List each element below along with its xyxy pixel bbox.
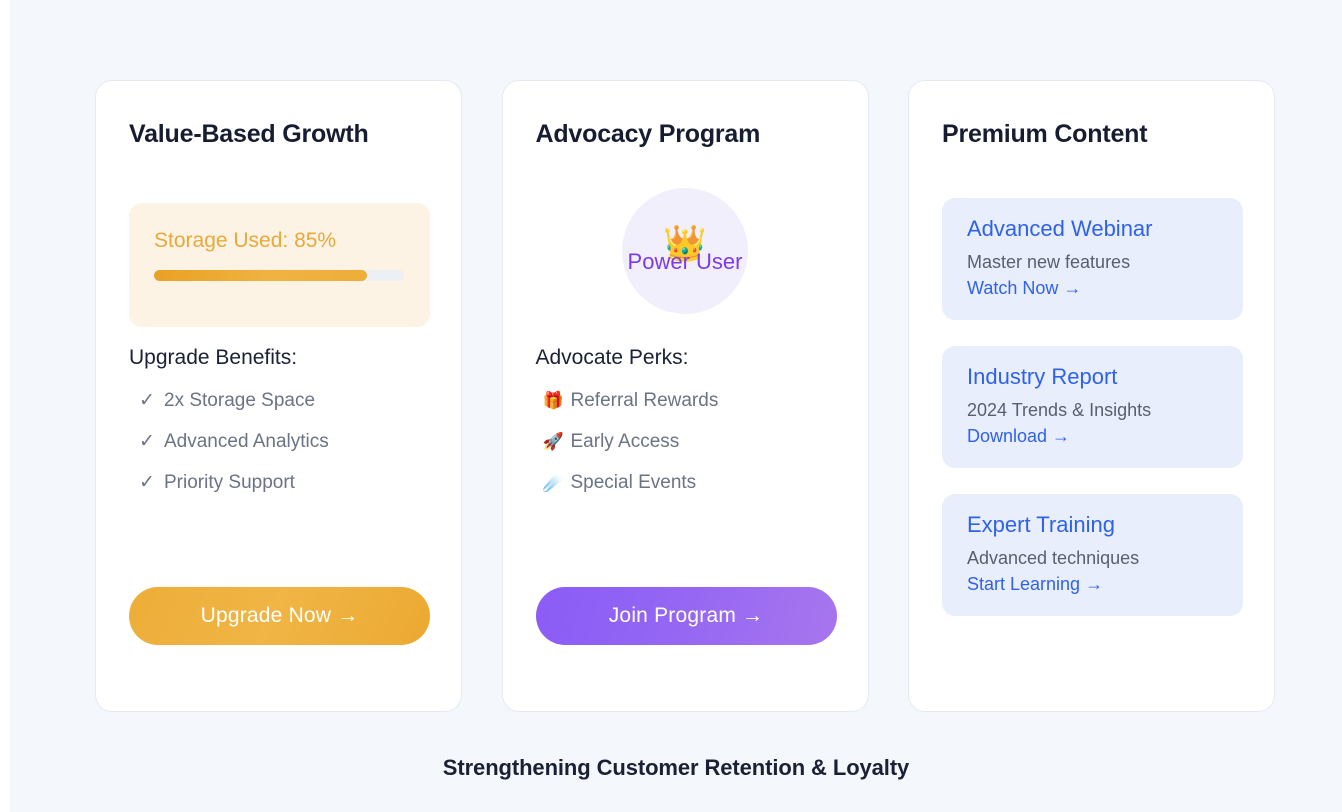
check-icon: ✓ — [139, 472, 155, 493]
list-item: ✓ 2x Storage Space — [129, 381, 430, 422]
upgrade-benefits-heading: Upgrade Benefits: — [129, 346, 298, 369]
list-item-label: Special Events — [570, 472, 697, 493]
join-program-button[interactable]: Join Program → — [535, 587, 837, 645]
check-icon: ✓ — [139, 390, 155, 411]
list-item: ☄️ Special Events — [536, 463, 837, 504]
content-item-industry-report[interactable]: Industry Report 2024 Trends & Insights D… — [942, 346, 1243, 468]
premium-content-list: Advanced Webinar Master new features Wat… — [942, 198, 1243, 642]
content-item-expert-training[interactable]: Expert Training Advanced techniques Star… — [942, 494, 1243, 616]
content-item-description: Master new features — [967, 252, 1131, 272]
list-item: ✓ Advanced Analytics — [129, 422, 430, 463]
list-item-label: Referral Rewards — [570, 390, 719, 411]
list-item-label: Early Access — [570, 431, 680, 452]
storage-progress-fill — [154, 270, 367, 281]
storage-used-label: Storage Used: 85% — [154, 229, 337, 252]
list-item: 🚀 Early Access — [536, 422, 837, 463]
storage-progress-track — [154, 270, 404, 281]
list-item-label: Priority Support — [164, 472, 295, 493]
page-root: Value-Based Growth Storage Used: 85% Upg… — [10, 0, 1342, 812]
card-title: Advocacy Program — [535, 120, 761, 148]
content-item-title: Industry Report — [967, 364, 1118, 389]
card-title: Premium Content — [942, 120, 1148, 148]
list-item-label: Advanced Analytics — [164, 431, 329, 452]
check-icon: ✓ — [139, 431, 155, 452]
list-item: ✓ Priority Support — [129, 463, 430, 504]
storage-panel: Storage Used: 85% — [129, 203, 430, 327]
list-item: 🎁 Referral Rewards — [536, 381, 837, 422]
footer-tagline: Strengthening Customer Retention & Loyal… — [442, 755, 910, 780]
card-advocacy-program: Advocacy Program 👑 Power User Advocate P… — [501, 80, 869, 712]
upgrade-now-button[interactable]: Upgrade Now → — [129, 587, 430, 645]
card-premium-content: Premium Content Advanced Webinar Master … — [908, 80, 1275, 712]
card-title: Value-Based Growth — [129, 120, 369, 148]
download-link[interactable]: Download → — [967, 424, 1070, 449]
advocate-perks-list: 🎁 Referral Rewards 🚀 Early Access ☄️ Specia… — [536, 381, 837, 504]
content-item-description: 2024 Trends & Insights — [967, 400, 1152, 420]
content-item-title: Expert Training — [967, 512, 1115, 537]
watch-now-link[interactable]: Watch Now → — [967, 276, 1081, 301]
content-item-advanced-webinar[interactable]: Advanced Webinar Master new features Wat… — [942, 198, 1243, 320]
card-value-based-growth: Value-Based Growth Storage Used: 85% Upg… — [95, 80, 462, 712]
start-learning-link[interactable]: Start Learning → — [967, 572, 1103, 597]
cards-row: Value-Based Growth Storage Used: 85% Upg… — [95, 80, 1275, 712]
comet-icon: ☄️ — [542, 473, 564, 492]
rocket-icon: 🚀 — [542, 432, 564, 451]
upgrade-benefits-list: ✓ 2x Storage Space ✓ Advanced Analytics ✓ P… — [129, 381, 430, 504]
list-item-label: 2x Storage Space — [164, 390, 316, 411]
badge-caption: Power User — [627, 249, 743, 274]
advocate-perks-heading: Advocate Perks: — [535, 346, 689, 369]
content-item-title: Advanced Webinar — [967, 216, 1153, 241]
gift-icon: 🎁 — [542, 391, 564, 410]
content-item-description: Advanced techniques — [967, 548, 1140, 568]
